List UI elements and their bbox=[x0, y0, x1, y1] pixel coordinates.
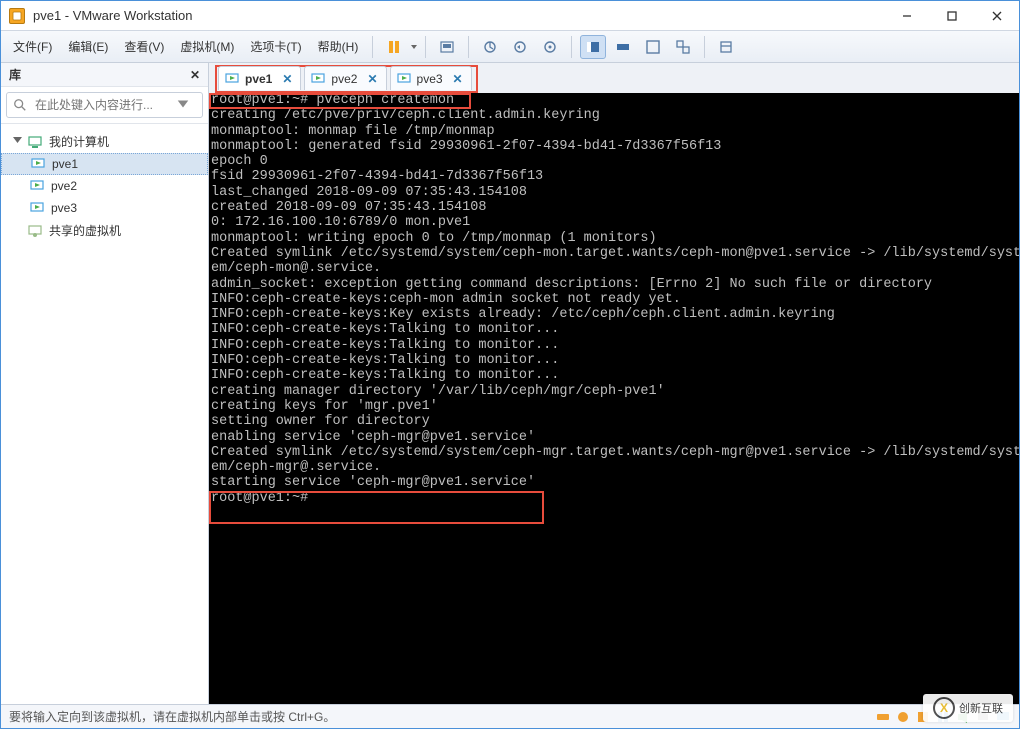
tree-label: 我的计算机 bbox=[49, 133, 109, 150]
tree-label: pve2 bbox=[51, 179, 77, 193]
menu-help[interactable]: 帮助(H) bbox=[310, 34, 367, 59]
vm-tab-label: pve1 bbox=[245, 72, 272, 86]
watermark-text: 创新互联 bbox=[959, 700, 1003, 716]
maximize-button[interactable] bbox=[929, 1, 974, 30]
menu-file[interactable]: 文件(F) bbox=[5, 34, 60, 59]
vm-terminal-output[interactable]: root@pve1:~# pveceph createmon creating … bbox=[209, 93, 1019, 704]
search-input[interactable] bbox=[33, 97, 172, 113]
unity-button[interactable] bbox=[670, 35, 696, 59]
title-bar: pve1 - VMware Workstation bbox=[1, 1, 1019, 31]
twisty-open-icon[interactable] bbox=[11, 136, 23, 148]
vm-tab-pve1[interactable]: pve1 ✕ bbox=[218, 66, 301, 90]
tree-item-pve3[interactable]: pve3 bbox=[1, 197, 208, 219]
library-sidebar: 库 ✕ 我的计算机 pve1 bbox=[1, 63, 209, 704]
status-cd-icon[interactable] bbox=[895, 709, 911, 725]
sidebar-close-icon[interactable]: ✕ bbox=[190, 68, 200, 82]
tree-item-pve1[interactable]: pve1 bbox=[1, 153, 208, 175]
vm-tab-icon bbox=[311, 72, 325, 86]
snapshot-button[interactable] bbox=[477, 35, 503, 59]
pause-dropdown-icon[interactable] bbox=[409, 43, 419, 51]
fullscreen-button[interactable] bbox=[640, 35, 666, 59]
tab-close-icon[interactable]: ✕ bbox=[367, 72, 377, 86]
vm-tab-icon bbox=[397, 72, 411, 86]
watermark-logo-icon: X bbox=[933, 697, 955, 719]
snapshot-revert-button[interactable] bbox=[507, 35, 533, 59]
shared-vm-icon bbox=[27, 223, 43, 239]
tree-item-pve2[interactable]: pve2 bbox=[1, 175, 208, 197]
menu-vm[interactable]: 虚拟机(M) bbox=[172, 34, 242, 59]
view-stretch-button[interactable] bbox=[610, 35, 636, 59]
menu-bar: 文件(F) 编辑(E) 查看(V) 虚拟机(M) 选项卡(T) 帮助(H) bbox=[1, 31, 1019, 63]
view-console-button[interactable] bbox=[580, 35, 606, 59]
snapshot-manager-button[interactable] bbox=[537, 35, 563, 59]
tree-root-my-computer[interactable]: 我的计算机 bbox=[1, 130, 208, 153]
sidebar-header: 库 ✕ bbox=[1, 63, 208, 87]
menu-tabs[interactable]: 选项卡(T) bbox=[242, 34, 309, 59]
pause-vm-button[interactable] bbox=[381, 35, 407, 59]
tree-label: pve1 bbox=[52, 157, 78, 171]
vm-tab-pve2[interactable]: pve2 ✕ bbox=[304, 66, 386, 90]
vm-tab-bar: pve1 ✕ pve2 ✕ pve3 ✕ bbox=[209, 63, 1019, 93]
library-button[interactable] bbox=[713, 35, 739, 59]
tree-label: pve3 bbox=[51, 201, 77, 215]
twisty-placeholder bbox=[11, 225, 23, 237]
minimize-button[interactable] bbox=[884, 1, 929, 30]
vm-running-icon bbox=[30, 156, 46, 172]
status-disk-icon[interactable] bbox=[875, 709, 891, 725]
window-title: pve1 - VMware Workstation bbox=[33, 8, 884, 23]
send-ctrl-alt-del-button[interactable] bbox=[434, 35, 460, 59]
vm-tab-pve3[interactable]: pve3 ✕ bbox=[390, 66, 472, 90]
search-icon bbox=[13, 98, 27, 112]
close-button[interactable] bbox=[974, 1, 1019, 30]
vm-tab-label: pve3 bbox=[417, 72, 443, 86]
computer-icon bbox=[27, 134, 43, 150]
tree-shared-vms[interactable]: 共享的虚拟机 bbox=[1, 219, 208, 242]
sidebar-title: 库 bbox=[9, 66, 21, 83]
highlight-box-tabs: pve1 ✕ pve2 ✕ pve3 ✕ bbox=[215, 65, 478, 93]
library-tree: 我的计算机 pve1 pve2 pve3 共享的虚拟机 bbox=[1, 124, 208, 704]
menu-view[interactable]: 查看(V) bbox=[116, 34, 172, 59]
search-dropdown-icon[interactable] bbox=[176, 97, 196, 114]
vm-tab-icon bbox=[225, 72, 239, 86]
status-bar: 要将输入定向到该虚拟机，请在虚拟机内部单击或按 Ctrl+G。 bbox=[1, 704, 1019, 728]
vm-running-icon bbox=[29, 178, 45, 194]
menu-edit[interactable]: 编辑(E) bbox=[60, 34, 116, 59]
vm-tab-label: pve2 bbox=[331, 72, 357, 86]
tab-close-icon[interactable]: ✕ bbox=[282, 72, 292, 86]
vm-console[interactable]: root@pve1:~# pveceph createmon creating … bbox=[209, 93, 1019, 704]
app-icon bbox=[9, 8, 25, 24]
tree-label: 共享的虚拟机 bbox=[49, 222, 121, 239]
status-text: 要将输入定向到该虚拟机，请在虚拟机内部单击或按 Ctrl+G。 bbox=[9, 708, 335, 725]
vm-running-icon bbox=[29, 200, 45, 216]
watermark: X 创新互联 bbox=[923, 694, 1013, 722]
library-search-box[interactable] bbox=[6, 92, 203, 118]
tab-close-icon[interactable]: ✕ bbox=[453, 72, 463, 86]
main-panel: pve1 ✕ pve2 ✕ pve3 ✕ root@p bbox=[209, 63, 1019, 704]
